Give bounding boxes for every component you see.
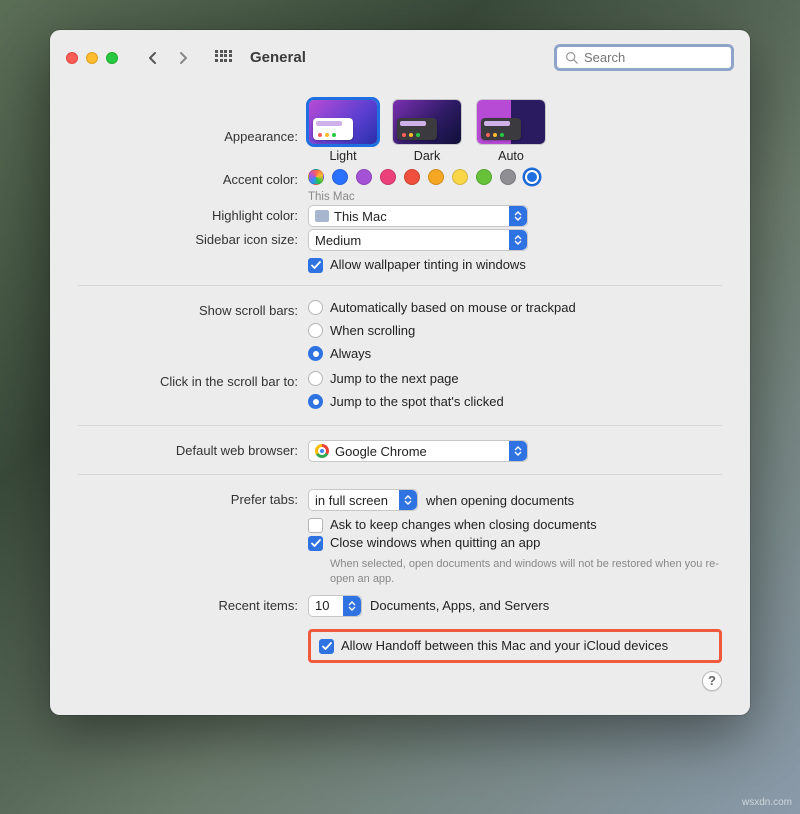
handoff-highlight: Allow Handoff between this Mac and your …: [308, 629, 722, 663]
titlebar: General: [50, 30, 750, 83]
accent-swatch-2[interactable]: [356, 169, 372, 185]
appearance-label: Appearance:: [78, 99, 308, 144]
sidebar-size-select[interactable]: Medium: [308, 229, 528, 251]
grid-icon: [215, 50, 231, 66]
scrollbars-option-scrolling[interactable]: When scrolling: [308, 323, 722, 338]
scrollbars-option-auto[interactable]: Automatically based on mouse or trackpad: [308, 300, 722, 315]
chrome-icon: [315, 444, 329, 458]
chevron-updown-icon: [509, 206, 527, 226]
scrollbars-option-always[interactable]: Always: [308, 346, 722, 361]
accent-swatch-9[interactable]: [524, 169, 540, 185]
accent-swatch-0[interactable]: [308, 169, 324, 185]
accent-swatch-6[interactable]: [452, 169, 468, 185]
accent-swatch-1[interactable]: [332, 169, 348, 185]
highlight-swatch-icon: [315, 210, 329, 222]
window-title: General: [250, 49, 306, 66]
appearance-option-light[interactable]: Light: [308, 99, 378, 163]
show-all-button[interactable]: [210, 47, 236, 69]
default-browser-select[interactable]: Google Chrome: [308, 440, 528, 462]
close-windows-hint: When selected, open documents and window…: [308, 557, 722, 587]
search-input[interactable]: [584, 50, 723, 65]
help-button[interactable]: ?: [702, 671, 722, 691]
appearance-option-dark[interactable]: Dark: [392, 99, 462, 163]
chevron-updown-icon: [509, 441, 527, 461]
sidebar-size-label: Sidebar icon size:: [78, 229, 308, 247]
accent-swatch-4[interactable]: [404, 169, 420, 185]
prefer-tabs-label: Prefer tabs:: [78, 489, 308, 507]
watermark: wsxdn.com: [742, 797, 792, 808]
accent-swatch-5[interactable]: [428, 169, 444, 185]
chevron-updown-icon: [509, 230, 527, 250]
chevron-updown-icon: [399, 490, 417, 510]
click-scroll-jump-spot[interactable]: Jump to the spot that's clicked: [308, 394, 722, 409]
accent-swatch-3[interactable]: [380, 169, 396, 185]
minimize-window-button[interactable]: [86, 52, 98, 64]
scrollbars-label: Show scroll bars:: [78, 300, 308, 318]
search-icon: [565, 51, 578, 64]
browser-label: Default web browser:: [78, 440, 308, 458]
wallpaper-tint-checkbox[interactable]: Allow wallpaper tinting in windows: [308, 257, 722, 273]
accent-color-label: Accent color:: [78, 169, 308, 187]
accent-caption: This Mac: [308, 191, 722, 203]
recent-items-select[interactable]: 10: [308, 595, 362, 617]
highlight-color-select[interactable]: This Mac: [308, 205, 528, 227]
forward-button[interactable]: [170, 47, 196, 69]
click-scroll-label: Click in the scroll bar to:: [78, 371, 308, 389]
recent-items-label: Recent items:: [78, 595, 308, 613]
prefer-tabs-suffix: when opening documents: [426, 493, 574, 508]
preferences-window: General Appearance: Light Dark: [50, 30, 750, 715]
search-field[interactable]: [554, 44, 734, 71]
accent-color-swatches: [308, 169, 722, 185]
click-scroll-next-page[interactable]: Jump to the next page: [308, 371, 722, 386]
highlight-color-label: Highlight color:: [78, 205, 308, 223]
close-windows-checkbox[interactable]: Close windows when quitting an app: [308, 535, 722, 551]
accent-swatch-7[interactable]: [476, 169, 492, 185]
ask-keep-changes-checkbox[interactable]: Ask to keep changes when closing documen…: [308, 517, 722, 533]
prefer-tabs-select[interactable]: in full screen: [308, 489, 418, 511]
close-window-button[interactable]: [66, 52, 78, 64]
allow-handoff-checkbox[interactable]: Allow Handoff between this Mac and your …: [319, 638, 711, 654]
window-controls: [66, 52, 118, 64]
zoom-window-button[interactable]: [106, 52, 118, 64]
appearance-option-auto[interactable]: Auto: [476, 99, 546, 163]
chevron-updown-icon: [343, 596, 361, 616]
accent-swatch-8[interactable]: [500, 169, 516, 185]
recent-items-suffix: Documents, Apps, and Servers: [370, 598, 549, 613]
back-button[interactable]: [140, 47, 166, 69]
